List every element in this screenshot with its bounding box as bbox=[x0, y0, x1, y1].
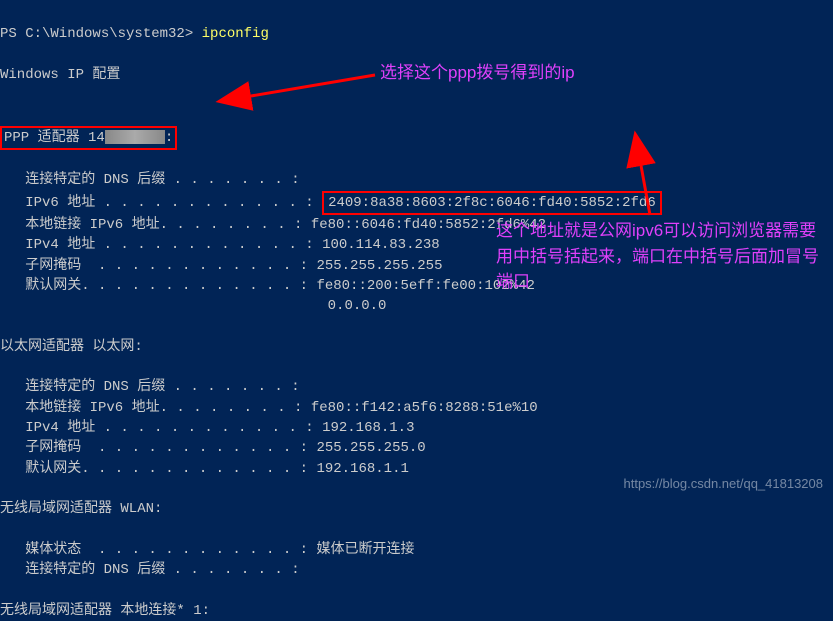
eth-ipv4-label: IPv4 地址 . . . . . . . . . . . . : bbox=[0, 420, 322, 436]
wlan-media-label: 媒体状态 . . . . . . . . . . . . : bbox=[0, 542, 316, 558]
wlan-title: 无线局域网适配器 WLAN: bbox=[0, 501, 162, 517]
ppp-gw-label: 默认网关. . . . . . . . . . . . . : bbox=[0, 278, 316, 294]
wlan-media-value: 媒体已断开连接 bbox=[316, 542, 414, 558]
ppp-ipv6-label: IPv6 地址 . . . . . . . . . . . . : bbox=[0, 195, 322, 211]
eth-linklocal-label: 本地链接 IPv6 地址. . . . . . . . : bbox=[0, 400, 311, 416]
eth-gw-value: 192.168.1.1 bbox=[316, 461, 408, 477]
ppp-adapter-title: PPP 适配器 14: bbox=[0, 126, 177, 150]
watermark: https://blog.csdn.net/qq_41813208 bbox=[624, 475, 824, 494]
eth-dns-suffix: 连接特定的 DNS 后缀 . . . . . . . : bbox=[0, 379, 300, 395]
ethernet-title: 以太网适配器 以太网: bbox=[0, 339, 143, 355]
local-conn-title: 无线局域网适配器 本地连接* 1: bbox=[0, 603, 210, 619]
prompt-prefix: PS C:\Windows\system32> bbox=[0, 26, 202, 42]
ipconfig-heading: Windows IP 配置 bbox=[0, 67, 120, 83]
wlan-dns-suffix: 连接特定的 DNS 后缀 . . . . . . . : bbox=[0, 562, 300, 578]
eth-linklocal-value: fe80::f142:a5f6:8288:51e%10 bbox=[311, 400, 538, 416]
annotation-bottom: 这个地址就是公网ipv6可以访问浏览器需要用中括号括起来，端口在中括号后面加冒号… bbox=[496, 218, 826, 295]
ppp-dns-suffix: 连接特定的 DNS 后缀 . . . . . . . : bbox=[0, 172, 300, 188]
ppp-linklocal-label: 本地链接 IPv6 地址. . . . . . . . : bbox=[0, 217, 311, 233]
ppp-mask-label: 子网掩码 . . . . . . . . . . . . : bbox=[0, 258, 316, 274]
ppp-mask-value: 255.255.255.255 bbox=[316, 258, 442, 274]
ppp-ipv4-label: IPv4 地址 . . . . . . . . . . . . : bbox=[0, 237, 322, 253]
ppp-ipv6-value: 2409:8a38:8603:2f8c:6046:fd40:5852:2fd6 bbox=[322, 191, 662, 215]
ppp-ipv4-value: 100.114.83.238 bbox=[322, 237, 440, 253]
ppp-gw-value2: 0.0.0.0 bbox=[0, 298, 386, 314]
annotation-top: 选择这个ppp拨号得到的ip bbox=[380, 60, 640, 86]
eth-mask-label: 子网掩码 . . . . . . . . . . . . : bbox=[0, 440, 316, 456]
terminal-output: PS C:\Windows\system32> ipconfig Windows… bbox=[0, 0, 833, 621]
command-text: ipconfig bbox=[202, 26, 269, 42]
prompt-line: PS C:\Windows\system32> ipconfig bbox=[0, 26, 269, 42]
redacted-block bbox=[105, 130, 165, 144]
eth-mask-value: 255.255.255.0 bbox=[316, 440, 425, 456]
eth-gw-label: 默认网关. . . . . . . . . . . . . : bbox=[0, 461, 316, 477]
eth-ipv4-value: 192.168.1.3 bbox=[322, 420, 414, 436]
